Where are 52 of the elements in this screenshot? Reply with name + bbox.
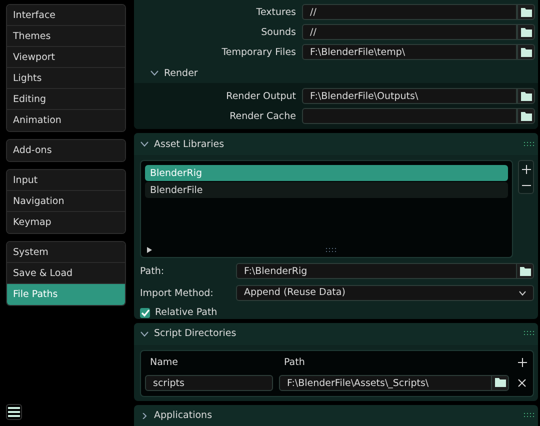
- folder-icon[interactable]: [517, 44, 535, 60]
- sidebar-item[interactable]: Input: [7, 170, 125, 191]
- folder-icon[interactable]: [517, 4, 535, 20]
- field-label: Import Method:: [140, 288, 214, 299]
- name-field[interactable]: scripts: [145, 374, 273, 391]
- expand-arrow-icon[interactable]: [147, 247, 152, 254]
- panel-header[interactable]: Asset Libraries: [140, 138, 224, 150]
- sidebar-item[interactable]: File Paths: [7, 284, 125, 305]
- path-field[interactable]: //: [302, 4, 517, 20]
- field-label: Render Cache: [228, 110, 297, 122]
- render-subpanel-header[interactable]: Render: [134, 63, 198, 83]
- sidebar-item[interactable]: Save & Load: [7, 263, 125, 284]
- library-item[interactable]: BlenderFile: [145, 182, 508, 198]
- checkbox[interactable]: [140, 308, 150, 318]
- folder-icon[interactable]: [516, 263, 534, 280]
- checkbox-label: Relative Path: [155, 307, 218, 318]
- panel-header[interactable]: Applications: [140, 410, 212, 422]
- sidebar-item[interactable]: Viewport: [7, 47, 125, 68]
- folder-icon[interactable]: [517, 88, 535, 104]
- field-label: Textures: [255, 6, 297, 18]
- path-field[interactable]: F:\BlenderFile\Outputs\: [302, 88, 517, 104]
- sidebar-item[interactable]: Keymap: [7, 212, 125, 233]
- column-header: Name: [149, 357, 180, 368]
- folder-icon[interactable]: [517, 108, 535, 124]
- field-label: Sounds: [260, 26, 297, 38]
- folder-icon[interactable]: [517, 24, 535, 40]
- menu-icon[interactable]: [6, 404, 22, 420]
- column-header: Path: [284, 357, 306, 368]
- folder-icon[interactable]: [491, 374, 509, 391]
- library-item[interactable]: BlenderRig: [145, 165, 508, 182]
- sidebar-item[interactable]: System: [7, 242, 125, 263]
- sidebar-item[interactable]: Interface: [7, 5, 125, 26]
- sidebar-item[interactable]: Navigation: [7, 191, 125, 212]
- sidebar-item[interactable]: Add-ons: [7, 140, 125, 161]
- chevron-icon: [140, 330, 149, 337]
- field-label: Render Output: [225, 90, 297, 102]
- path-field[interactable]: F:\BlenderFile\temp\: [302, 44, 517, 60]
- caret-icon: [519, 290, 526, 296]
- field-label: Temporary Files: [220, 46, 297, 58]
- sidebar-item[interactable]: Lights: [7, 68, 125, 89]
- panel-header[interactable]: Script Directories: [140, 328, 236, 340]
- sidebar-item[interactable]: Editing: [7, 89, 125, 110]
- add-icon[interactable]: [515, 356, 529, 370]
- chevron-icon: [140, 141, 149, 148]
- chevron-icon: [140, 412, 149, 419]
- chevron-icon: [150, 70, 159, 76]
- import-method-dropdown[interactable]: Append (Reuse Data): [236, 285, 534, 302]
- sidebar-item[interactable]: Animation: [7, 110, 125, 131]
- field-label: Path:: [140, 266, 166, 277]
- sidebar-item[interactable]: Themes: [7, 26, 125, 47]
- path-field[interactable]: [302, 108, 517, 124]
- path-field[interactable]: //: [302, 24, 517, 40]
